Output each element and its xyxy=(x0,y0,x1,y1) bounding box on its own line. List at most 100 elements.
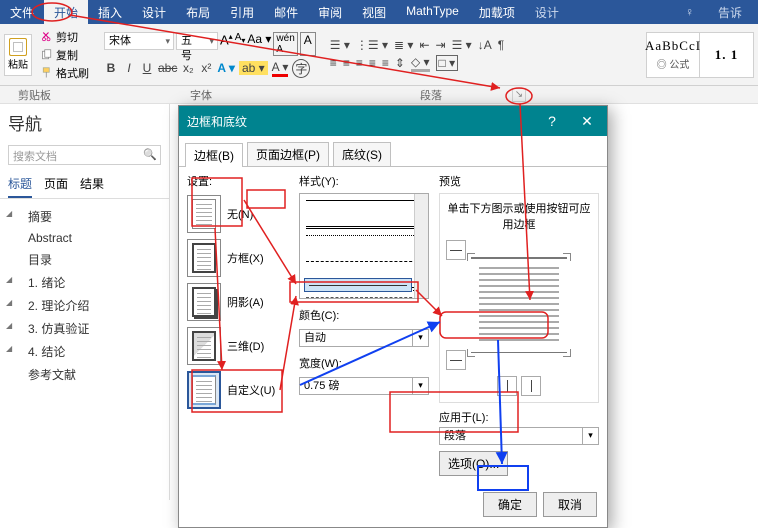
nav-tab-pages[interactable]: 页面 xyxy=(44,175,68,198)
clipboard-label: 剪贴板 xyxy=(18,87,51,103)
grow-font[interactable]: A▴ xyxy=(220,32,233,56)
ok-button[interactable]: 确定 xyxy=(483,492,537,517)
text-effects[interactable]: A ▾ xyxy=(217,61,235,75)
nav-item[interactable]: 参考文献 xyxy=(0,363,169,386)
setting-none[interactable]: 无(N) xyxy=(187,195,289,233)
color-dropdown[interactable]: 自动▾ xyxy=(299,329,429,347)
show-marks[interactable]: ¶ xyxy=(498,38,504,52)
style-label: 样式(Y): xyxy=(299,173,429,189)
circle-char[interactable]: 字 xyxy=(292,59,310,78)
paragraph-label: 段落 xyxy=(420,87,442,103)
dlg-tab-page-border[interactable]: 页面边框(P) xyxy=(247,142,329,166)
shrink-font[interactable]: A▾ xyxy=(235,32,246,56)
bullets[interactable]: ☰ ▾ xyxy=(330,38,350,52)
color-label: 颜色(C): xyxy=(299,307,429,323)
style-item-heading1[interactable]: 1. 1 xyxy=(700,32,754,78)
setting-label: 设置: xyxy=(187,173,289,189)
highlight-color[interactable]: ab ▾ xyxy=(239,61,268,75)
tab-mathtype[interactable]: MathType xyxy=(396,0,469,24)
paste-button[interactable]: 粘贴 xyxy=(4,34,32,76)
tab-addins[interactable]: 加载项 xyxy=(469,0,525,24)
nav-item[interactable]: 3. 仿真验证 xyxy=(0,317,169,340)
tab-design-context[interactable]: 设计 xyxy=(525,0,569,24)
options-button[interactable]: 选项(O)... xyxy=(439,451,508,476)
align-left[interactable]: ≡ xyxy=(330,56,337,70)
decrease-indent[interactable]: ⇤ xyxy=(419,38,429,52)
distribute[interactable]: ≡ xyxy=(382,56,389,70)
help-button[interactable]: ? xyxy=(537,113,567,129)
increase-indent[interactable]: ⇥ xyxy=(436,38,446,52)
nav-item[interactable]: 2. 理论介绍 xyxy=(0,294,169,317)
nav-item[interactable]: Abstract xyxy=(0,228,169,248)
strikethrough-button[interactable]: abc xyxy=(158,61,177,75)
nav-item[interactable]: 1. 绪论 xyxy=(0,271,169,294)
sort[interactable]: ↓A xyxy=(478,38,492,52)
italic-button[interactable]: I xyxy=(122,61,136,75)
tab-view[interactable]: 视图 xyxy=(352,0,396,24)
apply-to-dropdown[interactable]: 段落▾ xyxy=(439,427,599,445)
paragraph-launcher[interactable]: ↘ xyxy=(512,88,526,102)
borders-shading-dialog: 边框和底纹 ? ✕ 边框(B) 页面边框(P) 底纹(S) 设置: 无(N) 方… xyxy=(178,105,608,528)
nav-item[interactable]: 目录 xyxy=(0,248,169,271)
tab-references[interactable]: 引用 xyxy=(220,0,264,24)
setting-3d[interactable]: 三维(D) xyxy=(187,327,289,365)
bold-button[interactable]: B xyxy=(104,61,118,75)
left-border-toggle[interactable] xyxy=(497,376,517,396)
align-justify[interactable]: ≡ xyxy=(369,56,376,70)
underline-button[interactable]: U xyxy=(140,61,154,75)
scrollbar[interactable] xyxy=(414,194,428,298)
align-right[interactable]: ≡ xyxy=(356,56,363,70)
style-list[interactable] xyxy=(299,193,429,299)
dlg-tab-borders[interactable]: 边框(B) xyxy=(185,143,243,167)
font-color[interactable]: A ▾ xyxy=(272,60,289,77)
font-name-selector[interactable]: 宋体 xyxy=(104,32,174,50)
multilevel[interactable]: ≣ ▾ xyxy=(394,38,413,52)
search-input[interactable]: 搜索文档 xyxy=(8,145,161,165)
tab-insert[interactable]: 插入 xyxy=(88,0,132,24)
style-item-formula[interactable]: AaBbCcI◎ 公式 xyxy=(646,32,700,78)
tab-mail[interactable]: 邮件 xyxy=(264,0,308,24)
navigation-pane: 导航 搜索文档 标题 页面 结果 摘要 Abstract 目录 1. 绪论 2.… xyxy=(0,104,170,500)
tab-layout[interactable]: 布局 xyxy=(176,0,220,24)
paragraph-group: ☰ ▾ ⋮☰ ▾ ≣ ▾ ⇤ ⇥ ☰ ▾ ↓A ¶ ≡ ≡ ≡ ≡ ≡ ⇕ ◇ … xyxy=(330,38,504,72)
bottom-border-toggle[interactable] xyxy=(446,350,466,370)
width-dropdown[interactable]: 0.75 磅▾ xyxy=(299,377,429,395)
phonetic-guide[interactable]: wénA xyxy=(273,32,297,56)
nav-item[interactable]: 摘要 xyxy=(0,205,169,228)
dlg-tab-shading[interactable]: 底纹(S) xyxy=(333,142,391,166)
align-center[interactable]: ≡ xyxy=(343,56,350,70)
setting-custom[interactable]: 自定义(U) xyxy=(187,371,289,409)
nav-tab-headings[interactable]: 标题 xyxy=(8,175,32,198)
preview-area[interactable] xyxy=(471,257,567,353)
cancel-button[interactable]: 取消 xyxy=(543,492,597,517)
top-border-toggle[interactable] xyxy=(446,240,466,260)
nav-tab-results[interactable]: 结果 xyxy=(80,175,104,198)
tab-design[interactable]: 设计 xyxy=(132,0,176,24)
copy-button[interactable]: 复制 xyxy=(38,47,92,63)
superscript-button[interactable]: x² xyxy=(199,61,213,75)
char-border[interactable]: A xyxy=(300,32,316,56)
numbering[interactable]: ⋮☰ ▾ xyxy=(356,38,388,52)
asian-layout[interactable]: ☰ ▾ xyxy=(452,38,472,52)
borders[interactable]: □ ▾ xyxy=(436,55,459,71)
format-painter-button[interactable]: 格式刷 xyxy=(38,65,92,81)
shading[interactable]: ◇ ▾ xyxy=(411,55,430,72)
tab-home[interactable]: 开始 xyxy=(44,0,88,24)
right-border-toggle[interactable] xyxy=(521,376,541,396)
tell-me[interactable]: 告诉 xyxy=(708,0,752,25)
preview-hint: 单击下方图示或使用按钮可应用边框 xyxy=(446,200,592,232)
setting-box[interactable]: 方框(X) xyxy=(187,239,289,277)
ribbon: 粘贴 剪切 复制 格式刷 宋体 五号 A▴ A▾ Aa ▾ wénA A B I… xyxy=(0,24,758,86)
width-label: 宽度(W): xyxy=(299,355,429,371)
close-button[interactable]: ✕ xyxy=(567,106,607,136)
line-spacing[interactable]: ⇕ xyxy=(395,56,405,70)
nav-item[interactable]: 4. 结论 xyxy=(0,340,169,363)
cut-button[interactable]: 剪切 xyxy=(38,29,92,45)
change-case[interactable]: Aa ▾ xyxy=(247,32,271,56)
tab-file[interactable]: 文件 xyxy=(0,0,44,24)
setting-shadow[interactable]: 阴影(A) xyxy=(187,283,289,321)
tab-review[interactable]: 审阅 xyxy=(308,0,352,24)
font-size-selector[interactable]: 五号 xyxy=(176,32,218,50)
ribbon-tabs: 文件 开始 插入 设计 布局 引用 邮件 审阅 视图 MathType 加载项 … xyxy=(0,0,758,24)
nav-title: 导航 xyxy=(0,104,169,141)
